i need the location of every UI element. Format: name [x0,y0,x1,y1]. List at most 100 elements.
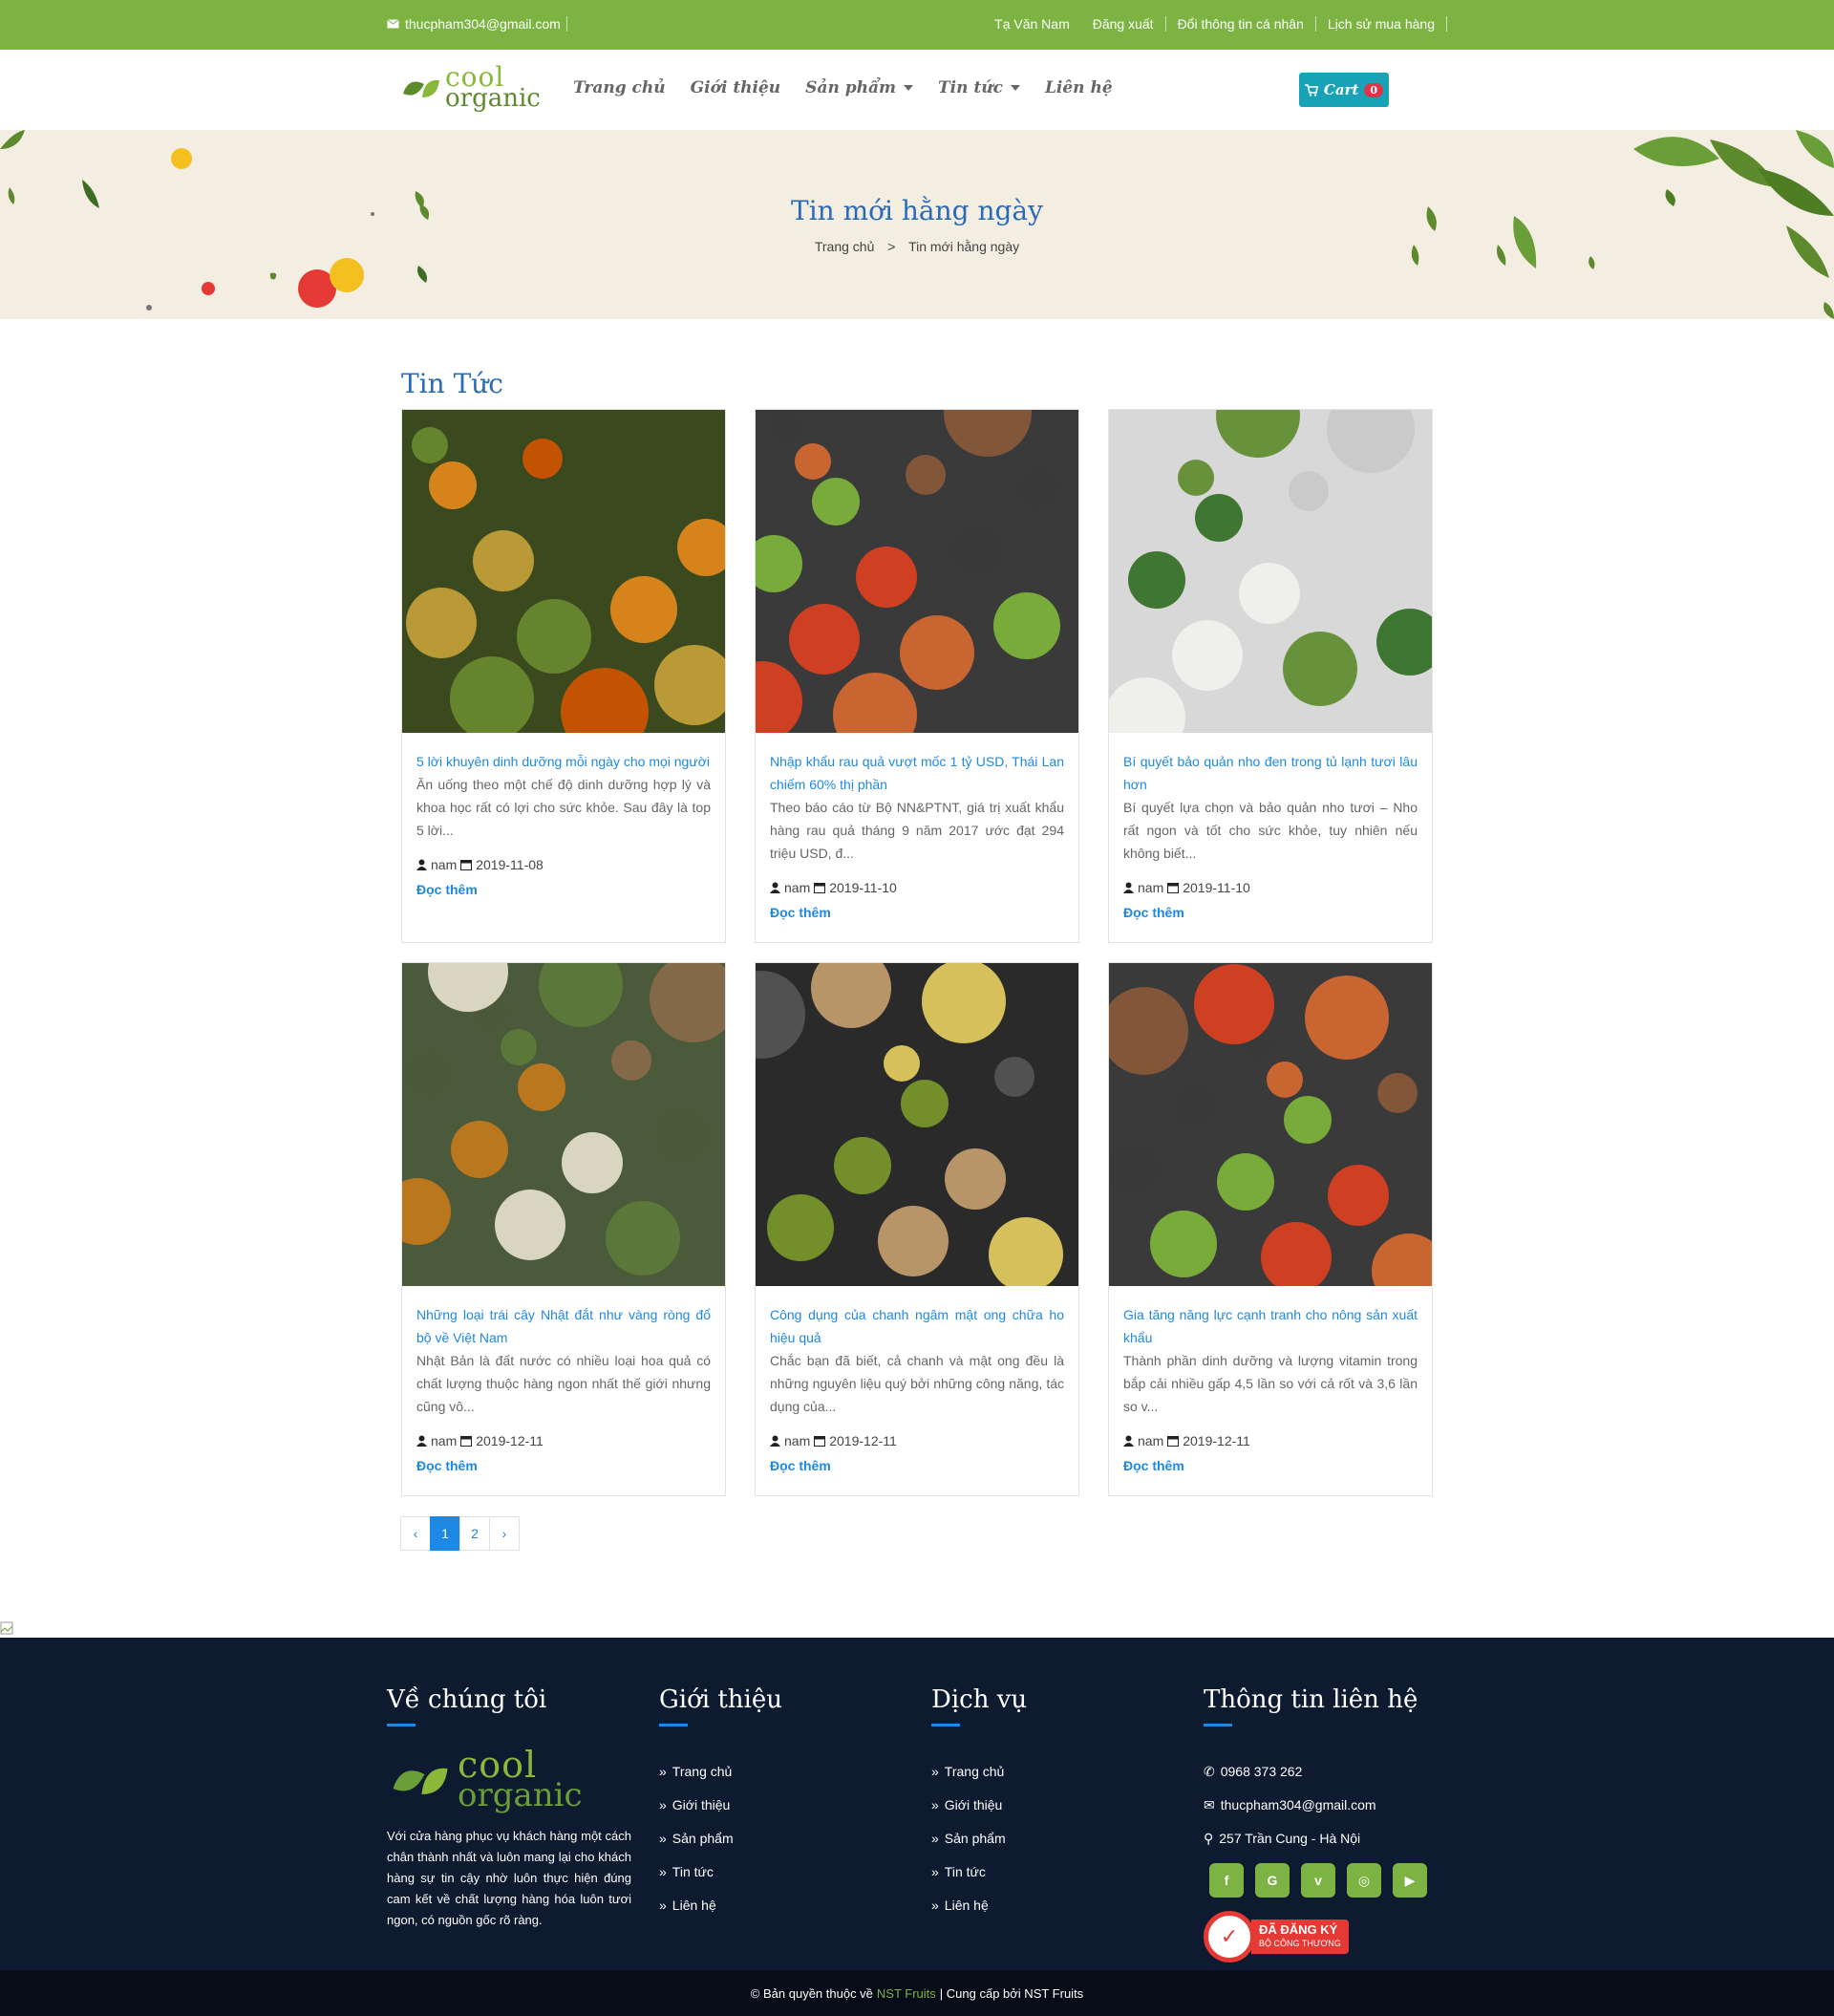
read-more-link[interactable]: Đọc thêm [1123,905,1418,920]
breadcrumb-home[interactable]: Trang chủ [815,239,875,254]
vimeo-icon[interactable]: v [1301,1863,1335,1898]
news-card[interactable]: Bí quyết bảo quản nho đen trong tủ lạnh … [1108,409,1433,943]
calendar-icon [814,883,826,893]
map-marker-icon: ⚲ [1204,1831,1214,1846]
pagination-prev[interactable]: ‹ [400,1516,431,1551]
news-thumbnail[interactable] [402,410,725,733]
breadcrumb: Trang chủ > Tin mới hằng ngày [0,239,1834,254]
news-card[interactable]: Những loại trái cây Nhật đắt như vàng rò… [401,962,726,1496]
footer-intro: Giới thiệu » Trang chủ » Giới thiệu » Sản p… [659,1685,782,1922]
news-card[interactable]: Công dụng của chanh ngâm mật ong chữa ho… [755,962,1079,1496]
footer-email[interactable]: ✉ thucpham304@gmail.com [1204,1789,1427,1822]
news-card-meta: nam 2019-11-10 [1123,880,1418,895]
copyright-bar: © Bản quyền thuộc về NST Fruits | Cung c… [0,1970,1834,2016]
double-chevron-right-icon: » [659,1831,667,1846]
nav-home[interactable]: Trang chủ [573,78,666,97]
footer-contact: Thông tin liên hệ ✆ 0968 373 262 ✉ thucpha… [1204,1685,1427,1962]
footer-intro-link-label: Tin tức [672,1864,714,1879]
footer-intro-link[interactable]: » Sản phẩm [659,1822,782,1855]
nav-products[interactable]: Sản phẩm [805,78,913,97]
pagination-next[interactable]: › [489,1516,520,1551]
cart-button[interactable]: Cart 0 [1299,73,1389,107]
news-thumbnail[interactable] [756,963,1078,1286]
news-card-meta: nam 2019-11-08 [416,857,711,872]
youtube-icon[interactable]: ▶ [1393,1863,1427,1898]
footer-service-link[interactable]: » Giới thiệu [931,1789,1027,1822]
news-card-title[interactable]: 5 lời khuyên dinh dưỡng mỗi ngày cho mọi… [416,750,711,773]
news-card[interactable]: Gia tăng năng lực cạnh tranh cho nông sả… [1108,962,1433,1496]
news-card-excerpt: Bí quyết lựa chọn và bảo quản nho tươi –… [1123,800,1418,861]
footer-phone[interactable]: ✆ 0968 373 262 [1204,1755,1427,1789]
breadcrumb-separator: > [887,239,896,254]
footer-intro-link[interactable]: » Liên hệ [659,1889,782,1922]
double-chevron-right-icon: » [931,1864,939,1879]
pagination-page-2[interactable]: 2 [459,1516,490,1551]
page-banner: Tin mới hằng ngày Trang chủ > Tin mới hằ… [0,130,1834,319]
footer-service-link[interactable]: » Liên hệ [931,1889,1027,1922]
calendar-icon [460,1436,473,1447]
footer-intro-link[interactable]: » Trang chủ [659,1755,782,1789]
main-nav: Trang chủ Giới thiệu Sản phẩm Tin tức Li… [573,78,1113,97]
news-card-author: nam [431,857,458,872]
news-card-title[interactable]: Gia tăng năng lực cạnh tranh cho nông sả… [1123,1303,1418,1349]
google-icon[interactable]: G [1255,1863,1290,1898]
footer-logo[interactable]: cool organic [387,1747,631,1814]
footer-service-link-label: Tin tức [944,1864,986,1879]
nav-news[interactable]: Tin tức [938,78,1020,97]
broken-image-icon [0,1621,13,1635]
footer-service-link[interactable]: » Sản phẩm [931,1822,1027,1855]
footer-title-underline [1204,1724,1232,1726]
footer-intro-link[interactable]: » Giới thiệu [659,1789,782,1822]
registered-badge-text: ĐÃ ĐĂNG KÝ [1259,1922,1338,1937]
facebook-icon[interactable]: f [1209,1863,1244,1898]
news-thumbnail[interactable] [756,410,1078,733]
footer-service: Dịch vụ » Trang chủ » Giới thiệu » Sản phẩm… [931,1685,1027,1922]
news-thumbnail[interactable] [1109,410,1432,733]
news-thumbnail[interactable] [1109,963,1432,1286]
news-card-date: 2019-11-10 [1183,880,1250,895]
registered-badge[interactable]: ✓ ĐÃ ĐĂNG KÝ BỘ CÔNG THƯƠNG [1204,1911,1427,1962]
news-card-title[interactable]: Bí quyết bảo quản nho đen trong tủ lạnh … [1123,750,1418,796]
nav-about[interactable]: Giới thiệu [691,78,781,97]
instagram-icon[interactable]: ◎ [1347,1863,1381,1898]
chevron-down-icon [904,85,913,91]
cart-icon [1304,83,1318,97]
topbar-edit-profile[interactable]: Đổi thông tin cá nhân [1166,16,1316,32]
pagination-page-1[interactable]: 1 [430,1516,460,1551]
news-card-meta: nam 2019-12-11 [416,1433,711,1448]
user-icon [1123,882,1134,893]
footer-service-link-label: Liên hệ [944,1898,989,1913]
news-card[interactable]: Nhập khẩu rau quả vượt mốc 1 tỷ USD, Thá… [755,409,1079,943]
footer-intro-link-label: Sản phẩm [672,1831,734,1846]
read-more-link[interactable]: Đọc thêm [416,1458,711,1473]
nav-contact[interactable]: Liên hệ [1045,78,1113,97]
footer-intro-title: Giới thiệu [659,1685,782,1714]
double-chevron-right-icon: » [659,1797,667,1812]
topbar-order-history[interactable]: Lịch sử mua hàng [1316,16,1447,32]
footer-service-link[interactable]: » Tin tức [931,1855,1027,1889]
footer-logo-text-organic: organic [458,1776,583,1814]
news-card-title[interactable]: Những loại trái cây Nhật đắt như vàng rò… [416,1303,711,1349]
site-logo[interactable]: cool organic [401,64,541,113]
double-chevron-right-icon: » [931,1764,939,1779]
footer-service-link[interactable]: » Trang chủ [931,1755,1027,1789]
read-more-link[interactable]: Đọc thêm [770,1458,1064,1473]
footer-about: Về chúng tôi cool organic Với cửa hàng p… [387,1685,631,1931]
news-card-title[interactable]: Công dụng của chanh ngâm mật ong chữa ho… [770,1303,1064,1349]
news-card[interactable]: 5 lời khuyên dinh dưỡng mỗi ngày cho mọi… [401,409,726,943]
logo-text-organic: organic [445,84,541,113]
footer-intro-link[interactable]: » Tin tức [659,1855,782,1889]
read-more-link[interactable]: Đọc thêm [770,905,1064,920]
cart-label: Cart [1323,81,1359,98]
calendar-icon [814,1436,826,1447]
news-card-title[interactable]: Nhập khẩu rau quả vượt mốc 1 tỷ USD, Thá… [770,750,1064,796]
topbar-email[interactable]: thucpham304@gmail.com [387,16,567,32]
copyright-brand-link[interactable]: NST Fruits [877,1986,936,2001]
calendar-icon [460,860,473,870]
topbar-user-name[interactable]: Tạ Văn Nam [983,16,1081,32]
news-card-author: nam [431,1433,458,1448]
topbar-logout[interactable]: Đăng xuất [1081,16,1166,32]
news-thumbnail[interactable] [402,963,725,1286]
read-more-link[interactable]: Đọc thêm [416,882,711,897]
read-more-link[interactable]: Đọc thêm [1123,1458,1418,1473]
